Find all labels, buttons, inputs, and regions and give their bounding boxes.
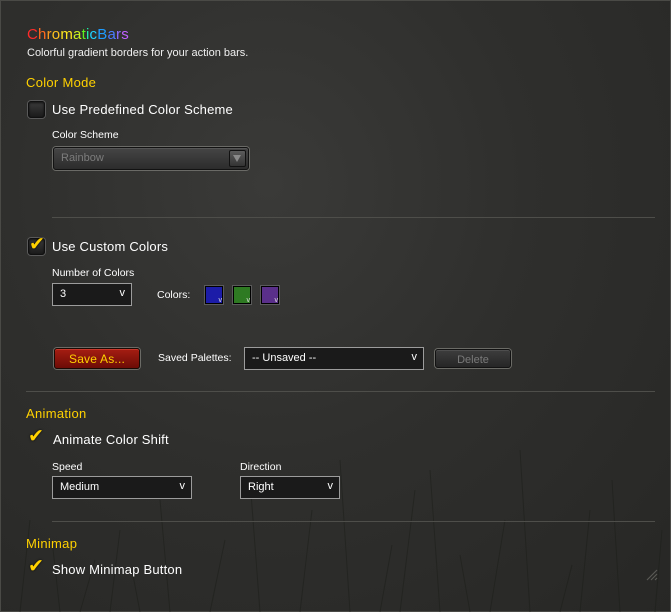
speed-dropdown[interactable]: Medium v	[52, 476, 192, 499]
chevron-down-icon[interactable]	[229, 150, 246, 167]
custom-colors-label: Use Custom Colors	[52, 239, 169, 254]
addon-title: ChromaticBars	[27, 26, 129, 43]
title-letter: s	[121, 26, 129, 43]
dropdown-marker-icon: v	[179, 480, 186, 492]
direction-label: Direction	[240, 461, 282, 473]
divider	[52, 217, 655, 218]
color-scheme-value: Rainbow	[61, 152, 104, 164]
save-as-button[interactable]: Save As...	[54, 348, 140, 369]
custom-colors-checkbox[interactable]: ✔	[28, 233, 45, 255]
title-letter: c	[89, 26, 98, 43]
saved-palettes-label: Saved Palettes:	[158, 352, 232, 364]
predefined-scheme-label: Use Predefined Color Scheme	[52, 102, 233, 117]
checkmark-icon: ✔	[28, 425, 44, 447]
section-heading-minimap: Minimap	[26, 536, 78, 551]
title-letter: o	[51, 26, 61, 43]
direction-value: Right	[248, 481, 274, 493]
section-heading-animation: Animation	[26, 406, 87, 421]
show-minimap-button-checkbox[interactable]: ✔	[28, 555, 44, 577]
colors-label: Colors:	[157, 289, 191, 301]
direction-dropdown[interactable]: Right v	[240, 476, 340, 499]
speed-label: Speed	[52, 461, 83, 473]
delete-button-label: Delete	[457, 354, 489, 366]
number-of-colors-dropdown[interactable]: 3 v	[52, 283, 132, 306]
saved-palettes-dropdown[interactable]: -- Unsaved -- v	[244, 347, 424, 370]
resize-grip-icon[interactable]	[645, 568, 659, 582]
number-of-colors-label: Number of Colors	[52, 267, 135, 279]
predefined-scheme-checkbox[interactable]	[28, 101, 45, 118]
title-letter: a	[73, 26, 82, 43]
dropdown-marker-icon: v	[119, 287, 126, 299]
color-swatch-2[interactable]: v	[232, 285, 252, 305]
checkmark-icon: ✔	[28, 555, 44, 577]
dropdown-marker-icon: v	[327, 480, 334, 492]
swatch-corner-icon: v	[218, 297, 223, 304]
delete-palette-button[interactable]: Delete	[435, 349, 511, 368]
save-as-button-label: Save As...	[68, 352, 126, 366]
title-letter: C	[27, 26, 39, 43]
title-letter: B	[97, 26, 108, 43]
title-letter: m	[60, 26, 74, 43]
checkmark-icon: ✔	[29, 233, 45, 255]
swatch-corner-icon: v	[274, 297, 279, 304]
title-letter: a	[107, 26, 116, 43]
swatch-corner-icon: v	[246, 297, 251, 304]
color-swatch-3[interactable]: v	[260, 285, 280, 305]
show-minimap-button-label: Show Minimap Button	[52, 562, 183, 577]
divider	[52, 521, 655, 522]
number-of-colors-value: 3	[60, 288, 67, 300]
saved-palettes-value: -- Unsaved --	[252, 352, 317, 364]
animate-color-shift-checkbox[interactable]: ✔	[28, 425, 44, 447]
section-heading-color-mode: Color Mode	[26, 75, 97, 90]
addon-subtitle: Colorful gradient borders for your actio…	[27, 47, 249, 59]
color-scheme-label: Color Scheme	[52, 129, 119, 141]
color-swatch-1[interactable]: v	[204, 285, 224, 305]
title-letter: h	[38, 26, 47, 43]
color-scheme-dropdown[interactable]: Rainbow	[53, 147, 249, 170]
speed-value: Medium	[60, 481, 100, 493]
dropdown-marker-icon: v	[411, 351, 418, 363]
divider	[26, 391, 655, 392]
animate-color-shift-label: Animate Color Shift	[53, 432, 169, 447]
